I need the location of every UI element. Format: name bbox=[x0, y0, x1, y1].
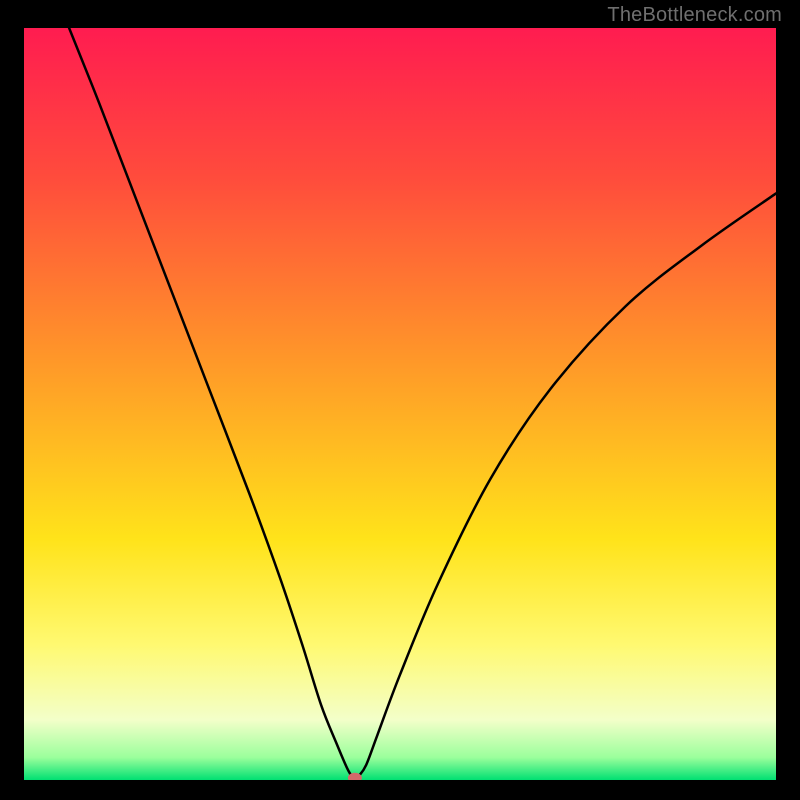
chart-svg bbox=[24, 28, 776, 780]
chart-frame: TheBottleneck.com bbox=[0, 0, 800, 800]
watermark-text: TheBottleneck.com bbox=[607, 4, 782, 27]
chart-background bbox=[24, 28, 776, 780]
plot-area bbox=[24, 28, 776, 780]
